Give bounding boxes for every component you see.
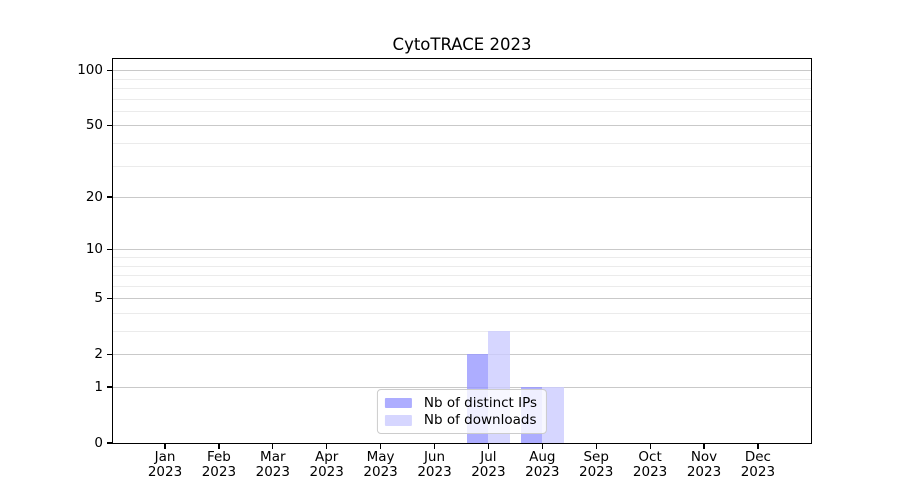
spine-top	[112, 58, 813, 59]
y-tick-label: 10	[47, 241, 103, 257]
y-tick-label: 1	[47, 379, 103, 395]
legend-swatch-distinct-ips	[385, 398, 412, 409]
x-tick-label: Sep2023	[568, 450, 624, 480]
x-tick-year: 2023	[622, 465, 678, 480]
x-tick-month: Oct	[622, 450, 678, 465]
y-gridline-major	[113, 249, 811, 250]
x-tick-year: 2023	[514, 465, 570, 480]
legend-item-downloads: Nb of downloads	[385, 412, 537, 430]
y-tick-label: 100	[47, 62, 103, 78]
chart-title: CytoTRACE 2023	[113, 35, 811, 54]
y-gridline-minor	[113, 111, 811, 112]
plot-area: 0125102050100Jan2023Feb2023Mar2023Apr202…	[113, 59, 811, 443]
legend-label-downloads: Nb of downloads	[424, 412, 537, 428]
y-gridline-minor	[113, 166, 811, 167]
y-gridline-minor	[113, 331, 811, 332]
x-tick-year: 2023	[299, 465, 355, 480]
y-gridline-minor	[113, 266, 811, 267]
x-tick-label: Jul2023	[460, 450, 516, 480]
y-gridline-minor	[113, 286, 811, 287]
y-gridline-minor	[113, 79, 811, 80]
x-tick-year: 2023	[568, 465, 624, 480]
x-tick-month: Jul	[460, 450, 516, 465]
x-tick-month: May	[353, 450, 409, 465]
legend-label-distinct-ips: Nb of distinct IPs	[424, 395, 537, 411]
x-tick-month: Mar	[245, 450, 301, 465]
x-tick-month: Nov	[676, 450, 732, 465]
x-tick-label: Apr2023	[299, 450, 355, 480]
x-tick-label: Jan2023	[137, 450, 193, 480]
x-tick-label: Aug2023	[514, 450, 570, 480]
x-tick-year: 2023	[353, 465, 409, 480]
x-tick-year: 2023	[460, 465, 516, 480]
y-gridline-major	[113, 354, 811, 355]
x-tick-label: Oct2023	[622, 450, 678, 480]
y-gridline-minor	[113, 88, 811, 89]
x-tick-month: Jun	[407, 450, 463, 465]
x-tick-month: Dec	[730, 450, 786, 465]
x-tick-label: Mar2023	[245, 450, 301, 480]
x-tick-year: 2023	[730, 465, 786, 480]
x-tick-label: Nov2023	[676, 450, 732, 480]
y-tick-label: 5	[47, 290, 103, 306]
x-tick-year: 2023	[407, 465, 463, 480]
x-tick-label: Dec2023	[730, 450, 786, 480]
y-gridline-major	[113, 125, 811, 126]
y-gridline-major	[113, 70, 811, 71]
x-tick-label: May2023	[353, 450, 409, 480]
y-gridline-minor	[113, 313, 811, 314]
x-tick-year: 2023	[676, 465, 732, 480]
y-tick-label: 0	[47, 435, 103, 451]
y-gridline-minor	[113, 143, 811, 144]
x-tick-month: Feb	[191, 450, 247, 465]
spine-right	[811, 58, 812, 445]
x-tick-month: Apr	[299, 450, 355, 465]
x-tick-label: Jun2023	[407, 450, 463, 480]
x-tick-label: Feb2023	[191, 450, 247, 480]
legend-swatch-downloads	[385, 415, 412, 426]
y-gridline-major	[113, 298, 811, 299]
y-tick-label: 2	[47, 346, 103, 362]
x-tick-year: 2023	[137, 465, 193, 480]
y-gridline-minor	[113, 275, 811, 276]
spine-bottom	[112, 443, 813, 444]
y-gridline-minor	[113, 257, 811, 258]
x-tick-month: Jan	[137, 450, 193, 465]
x-tick-year: 2023	[245, 465, 301, 480]
y-gridline-major	[113, 387, 811, 388]
spine-left	[112, 58, 113, 445]
x-tick-month: Sep	[568, 450, 624, 465]
legend: Nb of distinct IPs Nb of downloads	[377, 389, 547, 434]
y-gridline-minor	[113, 99, 811, 100]
legend-item-distinct-ips: Nb of distinct IPs	[385, 394, 537, 412]
x-tick-year: 2023	[191, 465, 247, 480]
figure: CytoTRACE 2023 0125102050100Jan2023Feb20…	[0, 0, 900, 500]
y-gridline-major	[113, 197, 811, 198]
y-tick-label: 50	[47, 117, 103, 133]
x-tick-month: Aug	[514, 450, 570, 465]
y-tick-label: 20	[47, 189, 103, 205]
